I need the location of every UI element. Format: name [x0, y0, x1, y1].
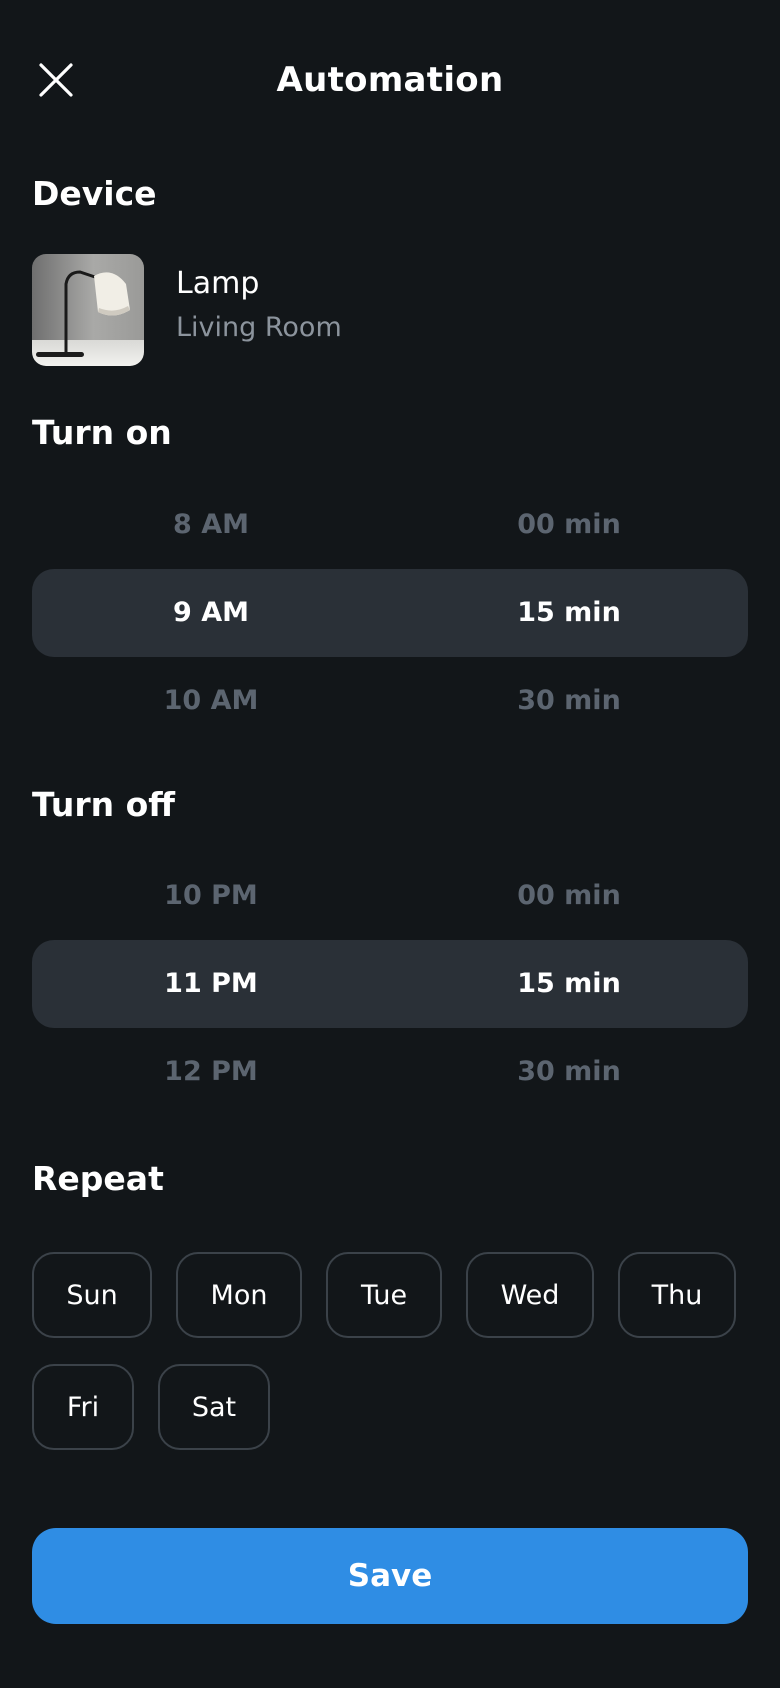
hour-option-selected[interactable]: 9 AM [32, 569, 390, 657]
day-chip-tue[interactable]: Tue [326, 1252, 442, 1338]
minute-option[interactable]: 30 min [390, 657, 748, 745]
hour-wheel[interactable]: 8 AM 9 AM 10 AM [32, 481, 390, 745]
hour-option[interactable]: 10 AM [32, 657, 390, 745]
minute-wheel[interactable]: 00 min 15 min 30 min [390, 481, 748, 745]
minute-wheel[interactable]: 00 min 15 min 30 min [390, 852, 748, 1116]
hour-option-selected[interactable]: 11 PM [32, 940, 390, 1028]
turn-off-time-picker[interactable]: 10 PM 11 PM 12 PM 00 min 15 min 30 min [32, 852, 748, 1116]
device-thumbnail[interactable] [32, 254, 144, 366]
minute-option[interactable]: 00 min [390, 481, 748, 569]
device-room: Living Room [176, 312, 342, 343]
day-chip-wed[interactable]: Wed [466, 1252, 594, 1338]
minute-option-selected[interactable]: 15 min [390, 569, 748, 657]
repeat-section-title: Repeat [32, 1159, 164, 1198]
day-chip-thu[interactable]: Thu [618, 1252, 736, 1338]
minute-option[interactable]: 30 min [390, 1028, 748, 1116]
turn-on-section-title: Turn on [32, 413, 172, 452]
hour-wheel[interactable]: 10 PM 11 PM 12 PM [32, 852, 390, 1116]
page-title: Automation [276, 60, 504, 100]
minute-option[interactable]: 00 min [390, 852, 748, 940]
day-chip-fri[interactable]: Fri [32, 1364, 134, 1450]
save-button[interactable]: Save [32, 1528, 748, 1624]
day-chip-sat[interactable]: Sat [158, 1364, 270, 1450]
lamp-photo [32, 254, 144, 366]
device-section-title: Device [32, 174, 157, 213]
device-name: Lamp [176, 266, 260, 301]
hour-option[interactable]: 12 PM [32, 1028, 390, 1116]
day-chip-sun[interactable]: Sun [32, 1252, 152, 1338]
turn-on-time-picker[interactable]: 8 AM 9 AM 10 AM 00 min 15 min 30 min [32, 481, 748, 745]
turn-off-section-title: Turn off [32, 785, 176, 824]
minute-option-selected[interactable]: 15 min [390, 940, 748, 1028]
day-chip-mon[interactable]: Mon [176, 1252, 302, 1338]
hour-option[interactable]: 10 PM [32, 852, 390, 940]
hour-option[interactable]: 8 AM [32, 481, 390, 569]
